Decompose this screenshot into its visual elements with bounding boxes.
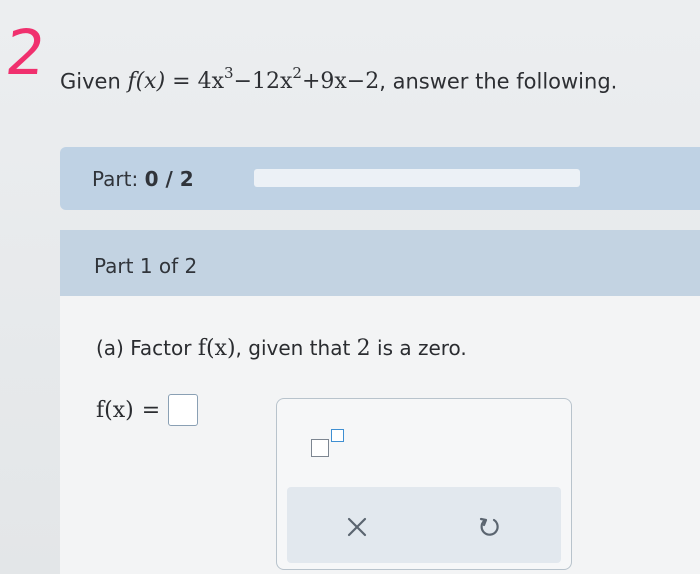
part-progress-value: 0 / 2 [144, 167, 194, 191]
undo-button[interactable] [469, 507, 509, 547]
undo-icon [479, 517, 499, 536]
prompt-function: f(x) [197, 336, 236, 361]
prompt-zero: 2 [356, 336, 371, 361]
answer-input[interactable] [168, 394, 199, 426]
part-prompt: (a) Factor f(x), given that 2 is a zero. [96, 336, 467, 361]
progress-track [254, 169, 580, 187]
clear-button[interactable] [337, 507, 377, 547]
question-instruction: , answer the following. [379, 69, 618, 94]
answer-equals: = [141, 397, 161, 423]
part-panel: Part 1 of 2 (a) Factor f(x), given that … [60, 230, 700, 574]
part-header-label: Part 1 of 2 [94, 254, 198, 278]
answer-lhs: f(x) [96, 397, 134, 423]
superscript-box-icon [331, 429, 344, 442]
superscript-template-icon [311, 439, 329, 457]
question-text: Given f(x) = 4x3−12x2+9x−2, answer the f… [60, 64, 700, 95]
part-progress-label: Part: 0 / 2 [92, 167, 194, 191]
part-header: Part 1 of 2 [60, 230, 700, 296]
question-given: Given [60, 69, 121, 94]
part-progress-bar: Part: 0 / 2 [60, 147, 700, 210]
question-function: f(x) = 4x3−12x2+9x−2 [127, 64, 380, 95]
answer-line: f(x) = [96, 394, 199, 426]
superscript-template-button[interactable] [309, 425, 349, 461]
x-icon [347, 517, 367, 537]
handwritten-annotation: 2 [2, 16, 50, 89]
math-palette [276, 398, 572, 570]
palette-actions [287, 487, 561, 563]
